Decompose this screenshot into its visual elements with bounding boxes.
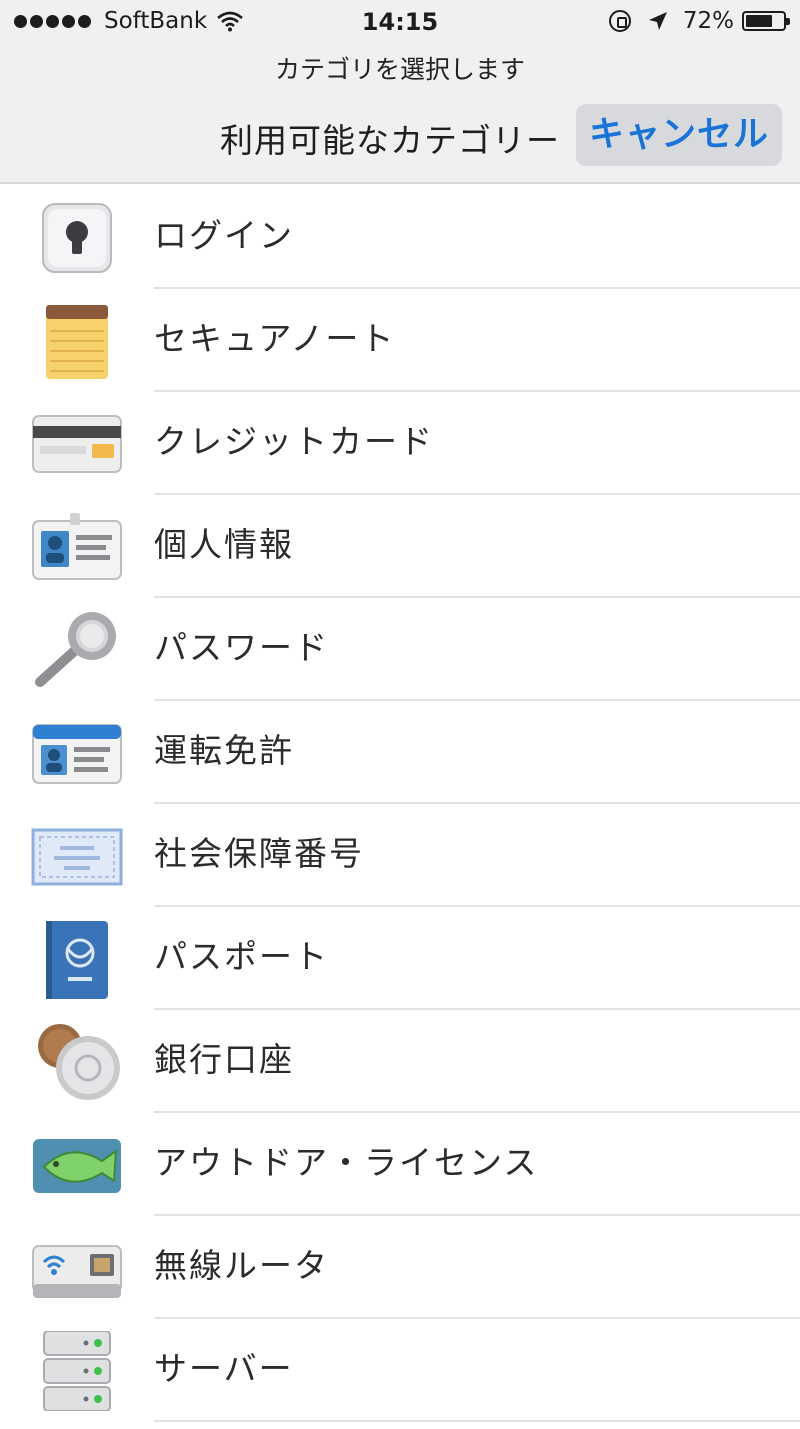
- category-row-drivers-license[interactable]: 運転免許: [0, 701, 800, 804]
- credit-card-icon: [30, 404, 124, 484]
- passport-icon: [30, 919, 124, 999]
- category-label: クレジットカード: [154, 422, 434, 461]
- category-label: パスワード: [154, 628, 329, 667]
- nav-prompt: カテゴリを選択します: [274, 55, 525, 84]
- category-row-passport[interactable]: パスポート: [0, 907, 800, 1010]
- category-label: 銀行口座: [154, 1040, 294, 1079]
- page-title: 利用可能なカテゴリー: [220, 121, 560, 160]
- location-arrow-icon: [647, 10, 669, 32]
- fish-icon: [30, 1125, 124, 1205]
- router-icon: [30, 1228, 124, 1308]
- certificate-icon: [30, 816, 124, 896]
- category-label: サーバー: [154, 1349, 294, 1388]
- notepad-icon: [30, 301, 124, 381]
- category-row-credit-card[interactable]: クレジットカード: [0, 392, 800, 495]
- category-label: アウトドア・ライセンス: [154, 1143, 539, 1182]
- category-row-identity[interactable]: 個人情報: [0, 495, 800, 598]
- drivers-license-icon: [30, 713, 124, 793]
- coins-icon: [30, 1022, 124, 1102]
- rotation-lock-icon: [608, 10, 631, 32]
- category-row-login[interactable]: ログイン: [0, 186, 800, 289]
- category-label: パスポート: [154, 937, 329, 976]
- category-row-social-security[interactable]: 社会保障番号: [0, 804, 800, 907]
- login-lock-icon: [30, 198, 124, 278]
- key-icon: [30, 610, 124, 690]
- top-bar: SoftBank 14:15 72% カテゴリを選択します 利用可能なカテゴリー…: [0, 0, 800, 184]
- category-list: ログイン セキュアノート クレジットカード 個人情報 パスワード 運転免許 社会…: [0, 186, 800, 1422]
- category-row-outdoor-license[interactable]: アウトドア・ライセンス: [0, 1113, 800, 1216]
- cancel-button[interactable]: キャンセル: [576, 104, 782, 166]
- category-row-wireless-router[interactable]: 無線ルータ: [0, 1216, 800, 1319]
- category-row-password[interactable]: パスワード: [0, 598, 800, 701]
- category-label: 個人情報: [154, 525, 294, 564]
- category-label: ログイン: [154, 216, 294, 255]
- category-row-bank-account[interactable]: 銀行口座: [0, 1010, 800, 1113]
- status-right: 72%: [608, 8, 790, 34]
- category-label: 運転免許: [154, 731, 294, 770]
- category-label: セキュアノート: [154, 319, 396, 358]
- category-row-secure-note[interactable]: セキュアノート: [0, 289, 800, 392]
- category-label: 無線ルータ: [154, 1246, 329, 1285]
- battery-icon: [742, 11, 790, 31]
- server-icon: [30, 1331, 124, 1411]
- id-badge-icon: [30, 507, 124, 587]
- battery-percent: 72%: [682, 8, 734, 34]
- status-bar: SoftBank 14:15 72%: [0, 0, 800, 44]
- category-row-server[interactable]: サーバー: [0, 1319, 800, 1422]
- category-label: 社会保障番号: [154, 834, 364, 873]
